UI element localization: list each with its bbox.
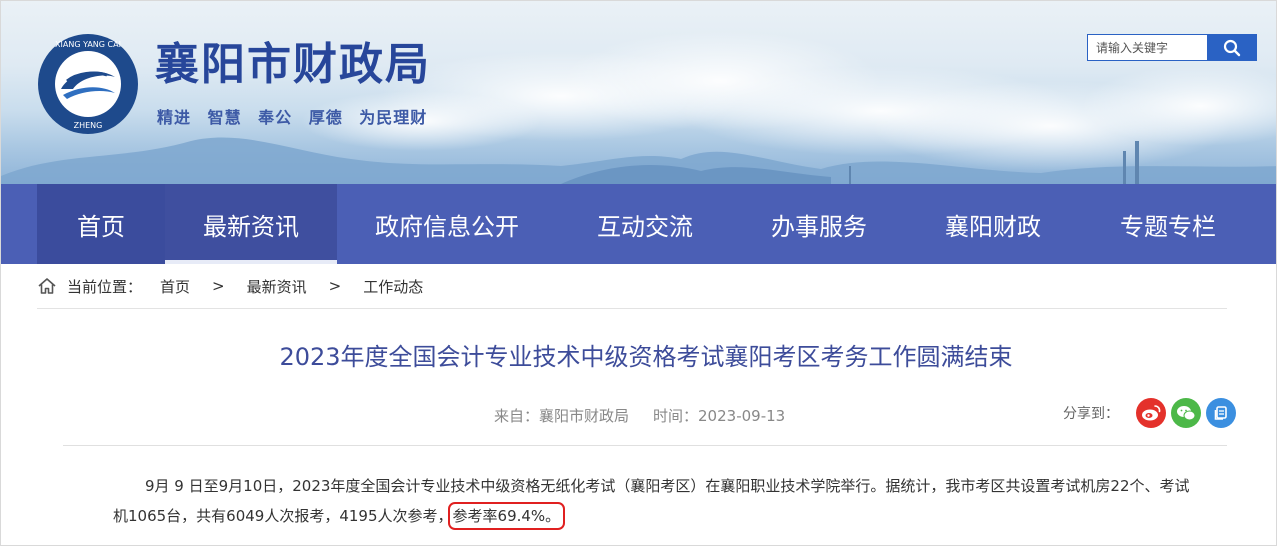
home-icon xyxy=(38,278,56,294)
article-meta: 来自：襄阳市财政局 时间：2023-09-13 xyxy=(494,405,785,426)
search-icon xyxy=(1223,39,1241,56)
share-copy-button[interactable] xyxy=(1206,398,1236,428)
article-body-text: 9月 9 日至9月10日，2023年度全国会计专业技术中级资格无纸化考试（襄阳考… xyxy=(113,477,1190,525)
nav-item-gov-info[interactable]: 政府信息公开 xyxy=(337,184,557,264)
wechat-icon xyxy=(1177,406,1196,421)
article-paragraph: 9月 9 日至9月10日，2023年度全国会计专业技术中级资格无纸化考试（襄阳考… xyxy=(113,471,1193,531)
header-banner: XIANG YANG CAI ZHENG 襄阳市财政局 精进 智慧 奉公 厚德 … xyxy=(1,1,1276,184)
attendance-rate-highlight: 参考率69.4%。 xyxy=(447,502,566,530)
search-bar xyxy=(1087,34,1257,61)
nav-item-special-topics[interactable]: 专题专栏 xyxy=(1081,184,1255,264)
nav-item-interaction[interactable]: 互动交流 xyxy=(557,184,733,264)
breadcrumb-separator: > xyxy=(328,277,342,295)
site-slogan: 精进 智慧 奉公 厚德 为民理财 xyxy=(157,108,428,127)
nav-item-news-label: 最新资讯 xyxy=(203,212,299,241)
banner-scenery xyxy=(1,31,1276,184)
article-time: 时间：2023-09-13 xyxy=(653,407,786,425)
share-bar: 分享到： xyxy=(1063,398,1236,428)
weibo-icon xyxy=(1142,405,1161,421)
breadcrumb-news-link[interactable]: 最新资讯 xyxy=(247,276,307,297)
breadcrumb-work-news-link[interactable]: 工作动态 xyxy=(363,276,423,297)
svg-text:ZHENG: ZHENG xyxy=(74,121,103,130)
site-logo: XIANG YANG CAI ZHENG xyxy=(38,34,138,134)
nav-item-xiangyang-finance[interactable]: 襄阳财政 xyxy=(905,184,1081,264)
search-button[interactable] xyxy=(1207,34,1257,61)
svg-text:XIANG YANG CAI: XIANG YANG CAI xyxy=(55,40,121,49)
breadcrumb-prefix: 当前位置： xyxy=(67,277,143,296)
breadcrumb-separator: > xyxy=(212,277,225,295)
site-title: 襄阳市财政局 xyxy=(155,39,431,90)
nav-item-news[interactable]: 最新资讯 xyxy=(165,184,337,264)
article-divider xyxy=(63,445,1227,446)
article-source: 来自：襄阳市财政局 xyxy=(494,407,630,425)
copy-icon xyxy=(1214,406,1227,420)
page-frame: XIANG YANG CAI ZHENG 襄阳市财政局 精进 智慧 奉公 厚德 … xyxy=(0,0,1277,546)
share-weibo-button[interactable] xyxy=(1136,398,1166,428)
share-wechat-button[interactable] xyxy=(1171,398,1201,428)
article-title: 2023年度全国会计专业技术中级资格考试襄阳考区考务工作圆满结束 xyxy=(279,343,1013,371)
nav-item-services[interactable]: 办事服务 xyxy=(733,184,905,264)
share-label: 分享到： xyxy=(1063,406,1119,422)
nav-item-home[interactable]: 首页 xyxy=(37,184,165,264)
main-nav: 首页 最新资讯 政府信息公开 互动交流 办事服务 襄阳财政 专题专栏 xyxy=(1,184,1276,264)
breadcrumb-home-link[interactable]: 首页 xyxy=(160,276,190,297)
search-input[interactable] xyxy=(1087,34,1207,61)
breadcrumb: 当前位置： 首页 > 最新资讯 > 工作动态 xyxy=(37,264,1227,309)
